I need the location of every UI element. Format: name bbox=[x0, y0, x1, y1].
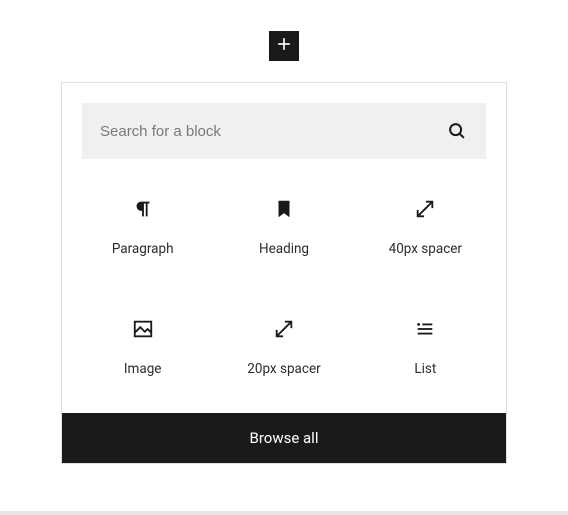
bookmark-icon bbox=[272, 197, 296, 221]
block-inserter-panel: Paragraph Heading 40px spacer bbox=[61, 82, 507, 464]
block-item-paragraph[interactable]: Paragraph bbox=[72, 189, 213, 265]
block-label: 20px spacer bbox=[247, 361, 320, 377]
paragraph-icon bbox=[131, 197, 155, 221]
expand-diagonal-icon bbox=[413, 197, 437, 221]
add-block-button[interactable] bbox=[269, 31, 299, 61]
block-item-20px-spacer[interactable]: 20px spacer bbox=[213, 309, 354, 385]
block-item-40px-spacer[interactable]: 40px spacer bbox=[355, 189, 496, 265]
block-item-image[interactable]: Image bbox=[72, 309, 213, 385]
block-label: Image bbox=[124, 361, 162, 377]
list-icon bbox=[413, 317, 437, 341]
search-box bbox=[82, 103, 486, 159]
search-input[interactable] bbox=[100, 123, 446, 140]
image-icon bbox=[131, 317, 155, 341]
block-item-heading[interactable]: Heading bbox=[213, 189, 354, 265]
expand-diagonal-icon bbox=[272, 317, 296, 341]
browse-all-label: Browse all bbox=[250, 429, 319, 447]
block-label: List bbox=[414, 361, 436, 377]
block-item-list[interactable]: List bbox=[355, 309, 496, 385]
search-icon bbox=[446, 120, 468, 142]
blocks-grid: Paragraph Heading 40px spacer bbox=[62, 159, 506, 413]
bottom-divider bbox=[0, 511, 568, 515]
block-label: 40px spacer bbox=[389, 241, 462, 257]
block-label: Heading bbox=[259, 241, 309, 257]
search-container bbox=[62, 83, 506, 159]
browse-all-button[interactable]: Browse all bbox=[62, 413, 506, 463]
block-label: Paragraph bbox=[112, 241, 174, 257]
plus-icon bbox=[274, 34, 294, 58]
